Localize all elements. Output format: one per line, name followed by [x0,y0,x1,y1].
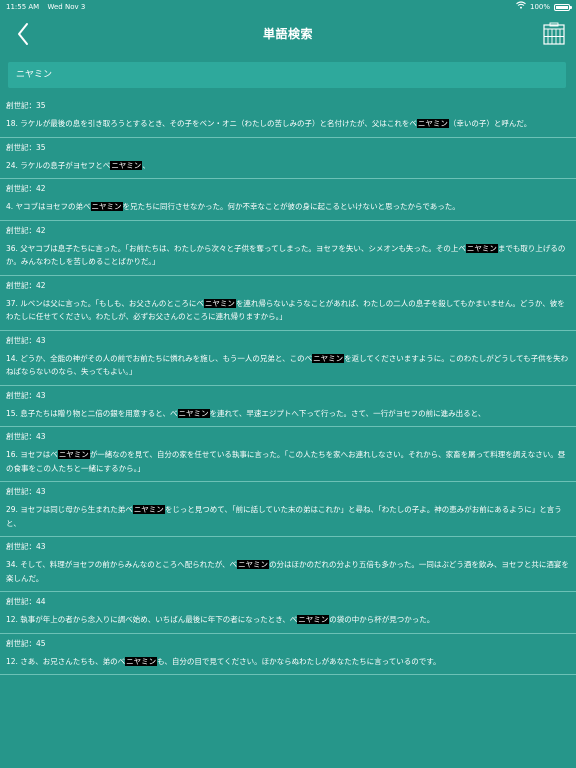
battery-percent: 100% [529,3,550,11]
status-time: 11:55 AM [6,3,40,11]
result-item[interactable]: 創世記：42 36. 父ヤコブは息子たちに言った。「お前たちは、わたしから次々と子… [0,221,576,276]
result-item[interactable]: 創世記：35 24. ラケルの息子がヨセフとベニヤミン、 [0,138,576,179]
result-verse-text: 24. ラケルの息子がヨセフとベニヤミン、 [6,157,570,179]
result-reference: 創世記：43 [6,542,46,551]
status-bar: 11:55 AM Wed Nov 3 100% [0,0,576,14]
battery-icon [554,3,572,11]
search-query-field[interactable]: ニヤミン [8,62,566,88]
match-highlight: ニヤミン [416,119,449,128]
result-reference: 創世記：42 [6,184,46,193]
result-verse-text: 16. ヨセフはベニヤミンが一緒なのを見て、自分の家を任せている執事に言った。「… [6,446,570,481]
match-highlight: ニヤミン [110,160,143,170]
verse-text-before: 4. ヤコブはヨセフの弟ベ [6,202,91,211]
result-item[interactable]: 創世記：35 18. ラケルが最後の息を引き取ろうとするとき、その子をベン・オニ（… [0,96,576,138]
result-reference: 創世記：43 [6,432,46,441]
match-highlight: ニヤミン [57,450,90,459]
match-highlight: ニヤミン [465,243,498,253]
result-verse-text: 4. ヤコブはヨセフの弟ベニヤミンを兄たちに同行させなかった。何か不幸なことが彼… [6,198,570,220]
page-title: 単語検索 [262,27,313,41]
battery-level-fill [556,5,568,9]
verse-text-before: 15. 息子たちは贈り物と二倍の銀を用意すると、ベ [6,408,178,418]
result-verse-text: 18. ラケルが最後の息を引き取ろうとするとき、その子をベン・オニ（わたしの苦し… [6,115,570,137]
result-verse-text: 15. 息子たちは贈り物と二倍の銀を用意すると、ベニヤミンを連れて、早速エジプト… [6,405,570,427]
result-reference: 創世記：43 [6,335,46,345]
result-reference: 創世記：44 [6,597,46,606]
match-highlight: ニヤミン [312,353,345,363]
navigation-bar: 単語検索 [0,14,576,54]
status-date: Wed Nov 3 [47,3,86,11]
result-reference: 創世記：42 [6,225,46,235]
verse-text-after: が一緒なのを見て、自分の家を任せている執事に言った。「この人たちを家へお連れしな… [6,450,566,473]
result-reference: 創世記：43 [6,390,46,400]
match-highlight: ニヤミン [237,560,270,569]
verse-text-before: 18. ラケルが最後の息を引き取ろうとするとき、その子をベン・オニ（わたしの苦し… [6,119,417,128]
verse-text-before: 16. ヨセフはベ [6,450,58,459]
bookshelf-icon [543,22,565,45]
result-reference: 創世記：42 [6,280,46,290]
verse-text-before: 29. ヨセフは同じ母から生まれた弟ベ [6,505,133,514]
match-highlight: ニヤミン [297,615,330,624]
result-item[interactable]: 創世記：45 12. さあ、お兄さんたちも、弟のベニヤミンも、自分の目で見てくださ… [0,634,576,675]
result-reference: 創世記：45 [6,638,46,648]
verse-text-after: を兄たちに同行させなかった。何か不幸なことが彼の身に起こるといけないと思ったから… [122,202,460,211]
wifi-icon [516,0,526,14]
result-verse-text: 12. 執事が年上の者から念入りに調べ始め、いちばん最後に年下の者になったとき、… [6,611,570,633]
result-item[interactable]: 創世記：42 4. ヤコブはヨセフの弟ベニヤミンを兄たちに同行させなかった。何か不… [0,179,576,221]
match-highlight: ニヤミン [203,298,236,308]
result-verse-text: 14. どうか、全能の神がその人の前でお前たちに憐れみを施し、もう一人の兄弟と、… [6,350,570,385]
result-reference: 創世記：35 [6,142,46,152]
result-verse-text: 29. ヨセフは同じ母から生まれた弟ベニヤミンをじっと見つめて、「前に話していた… [6,501,570,536]
search-results-list: 創世記：35 18. ラケルが最後の息を引き取ろうとするとき、その子をベン・オニ（… [0,96,576,675]
result-item[interactable]: 創世記：42 37. ルベンは父に言った。「もしも、お父さんのところにベニヤミンを… [0,276,576,331]
verse-text-before: 24. ラケルの息子がヨセフとベ [6,160,111,170]
match-highlight: ニヤミン [132,505,165,514]
verse-text-before: 12. さあ、お兄さんたちも、弟のベ [6,656,126,666]
verse-text-after: も、自分の目で見てください。ほかならぬわたしがあなたたちに言っているのです。 [157,656,441,666]
result-verse-text: 36. 父ヤコブは息子たちに言った。「お前たちは、わたしから次々と子供を奪ってし… [6,240,570,275]
verse-text-before: 14. どうか、全能の神がその人の前でお前たちに憐れみを施し、もう一人の兄弟と、… [6,353,313,363]
verse-text-after: を連れて、早速エジプトへ下って行った。さて、一行がヨセフの前に進み出ると、 [209,408,486,418]
verse-text-before: 34. そして、料理がヨセフの前からみんなのところへ配られたが、ベ [6,560,238,569]
result-verse-text: 37. ルベンは父に言った。「もしも、お父さんのところにベニヤミンを連れ帰らない… [6,295,570,330]
match-highlight: ニヤミン [90,202,123,211]
result-verse-text: 34. そして、料理がヨセフの前からみんなのところへ配られたが、ベニヤミンの分は… [6,556,570,591]
match-highlight: ニヤミン [125,656,158,666]
verse-text-after: 、 [142,160,150,170]
result-item[interactable]: 創世記：43 14. どうか、全能の神がその人の前でお前たちに憐れみを施し、もう一… [0,331,576,386]
match-highlight: ニヤミン [177,408,210,418]
verse-text-after: の袋の中から杯が見つかった。 [329,615,435,624]
result-reference: 創世記：35 [6,101,46,110]
verse-text-before: 36. 父ヤコブは息子たちに言った。「お前たちは、わたしから次々と子供を奪ってし… [6,243,466,253]
result-item[interactable]: 創世記：43 16. ヨセフはベニヤミンが一緒なのを見て、自分の家を任せている執事… [0,427,576,482]
verse-text-after: （幸いの子）と呼んだ。 [448,119,532,128]
result-item[interactable]: 創世記：43 34. そして、料理がヨセフの前からみんなのところへ配られたが、ベニ… [0,537,576,592]
result-item[interactable]: 創世記：43 29. ヨセフは同じ母から生まれた弟ベニヤミンをじっと見つめて、「前… [0,482,576,537]
verse-text-before: 37. ルベンは父に言った。「もしも、お父さんのところにベ [6,298,204,308]
verse-text-before: 12. 執事が年上の者から念入りに調べ始め、いちばん最後に年下の者になったとき、… [6,615,298,624]
result-item[interactable]: 創世記：44 12. 執事が年上の者から念入りに調べ始め、いちばん最後に年下の者に… [0,592,576,634]
bookshelf-button[interactable] [542,22,566,46]
result-item[interactable]: 創世記：43 15. 息子たちは贈り物と二倍の銀を用意すると、ベニヤミンを連れて、… [0,386,576,427]
result-reference: 創世記：43 [6,487,46,496]
result-verse-text: 12. さあ、お兄さんたちも、弟のベニヤミンも、自分の目で見てください。ほかなら… [6,653,570,675]
